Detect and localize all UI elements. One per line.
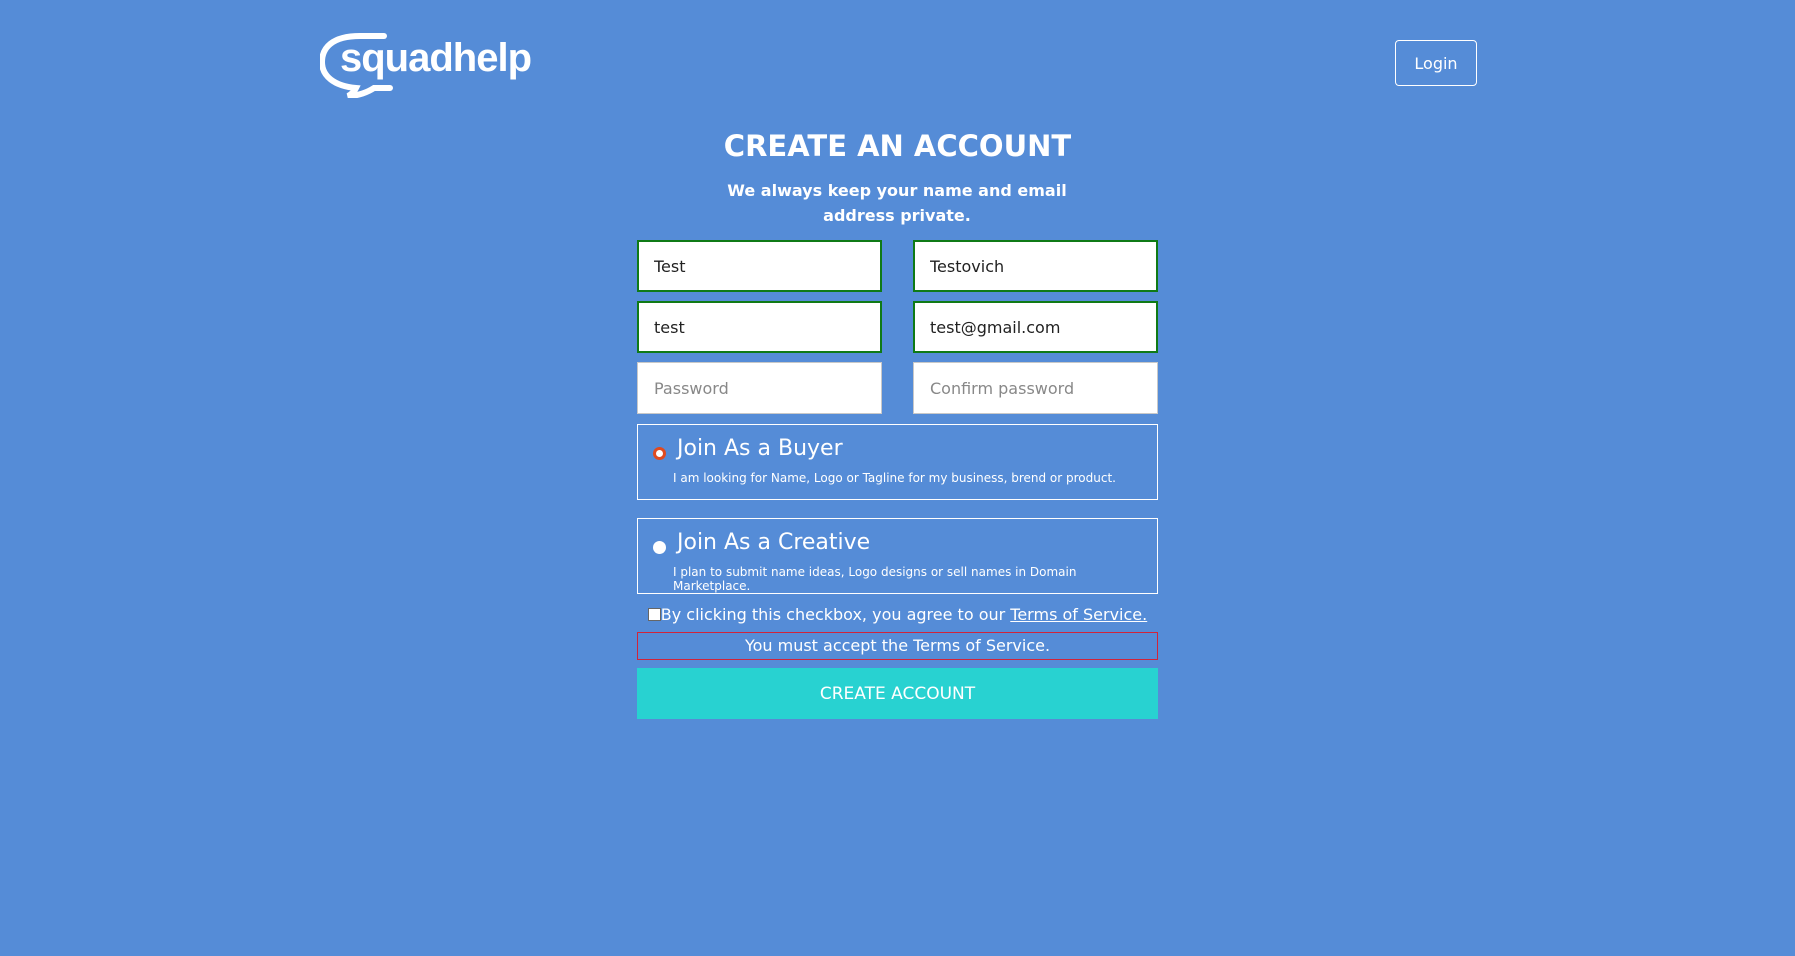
terms-error-message: You must accept the Terms of Service. xyxy=(637,632,1158,660)
header: squadhelp Login xyxy=(320,32,1477,98)
last-name-input[interactable] xyxy=(913,240,1158,292)
squadhelp-logo[interactable]: squadhelp xyxy=(320,32,532,98)
buyer-title: Join As a Buyer xyxy=(677,436,843,461)
role-option-creative[interactable]: Join As a Creative I plan to submit name… xyxy=(637,518,1158,594)
terms-agreement: By clicking this checkbox, you agree to … xyxy=(637,604,1158,626)
terms-text: By clicking this checkbox, you agree to … xyxy=(660,605,1011,624)
login-button[interactable]: Login xyxy=(1395,40,1477,86)
email-input[interactable] xyxy=(913,301,1158,353)
buyer-radio[interactable] xyxy=(653,447,666,460)
logo-text: squadhelp xyxy=(340,36,532,80)
confirm-password-input[interactable] xyxy=(913,362,1158,414)
creative-radio[interactable] xyxy=(653,541,666,554)
role-option-buyer[interactable]: Join As a Buyer I am looking for Name, L… xyxy=(637,424,1158,500)
page-title: CREATE AN ACCOUNT xyxy=(723,129,1072,163)
create-account-button[interactable]: CREATE ACCOUNT xyxy=(637,668,1158,719)
creative-title: Join As a Creative xyxy=(677,530,871,555)
display-name-input[interactable] xyxy=(637,301,882,353)
buyer-description: I am looking for Name, Logo or Tagline f… xyxy=(673,471,1116,485)
password-input[interactable] xyxy=(637,362,882,414)
first-name-input[interactable] xyxy=(637,240,882,292)
registration-form: Join As a Buyer I am looking for Name, L… xyxy=(637,240,1158,719)
terms-of-service-link[interactable]: Terms of Service. xyxy=(1010,605,1147,624)
page-subtitle: We always keep your name and email addre… xyxy=(727,181,1067,225)
creative-description: I plan to submit name ideas, Logo design… xyxy=(673,565,1077,593)
terms-checkbox[interactable] xyxy=(647,608,661,621)
